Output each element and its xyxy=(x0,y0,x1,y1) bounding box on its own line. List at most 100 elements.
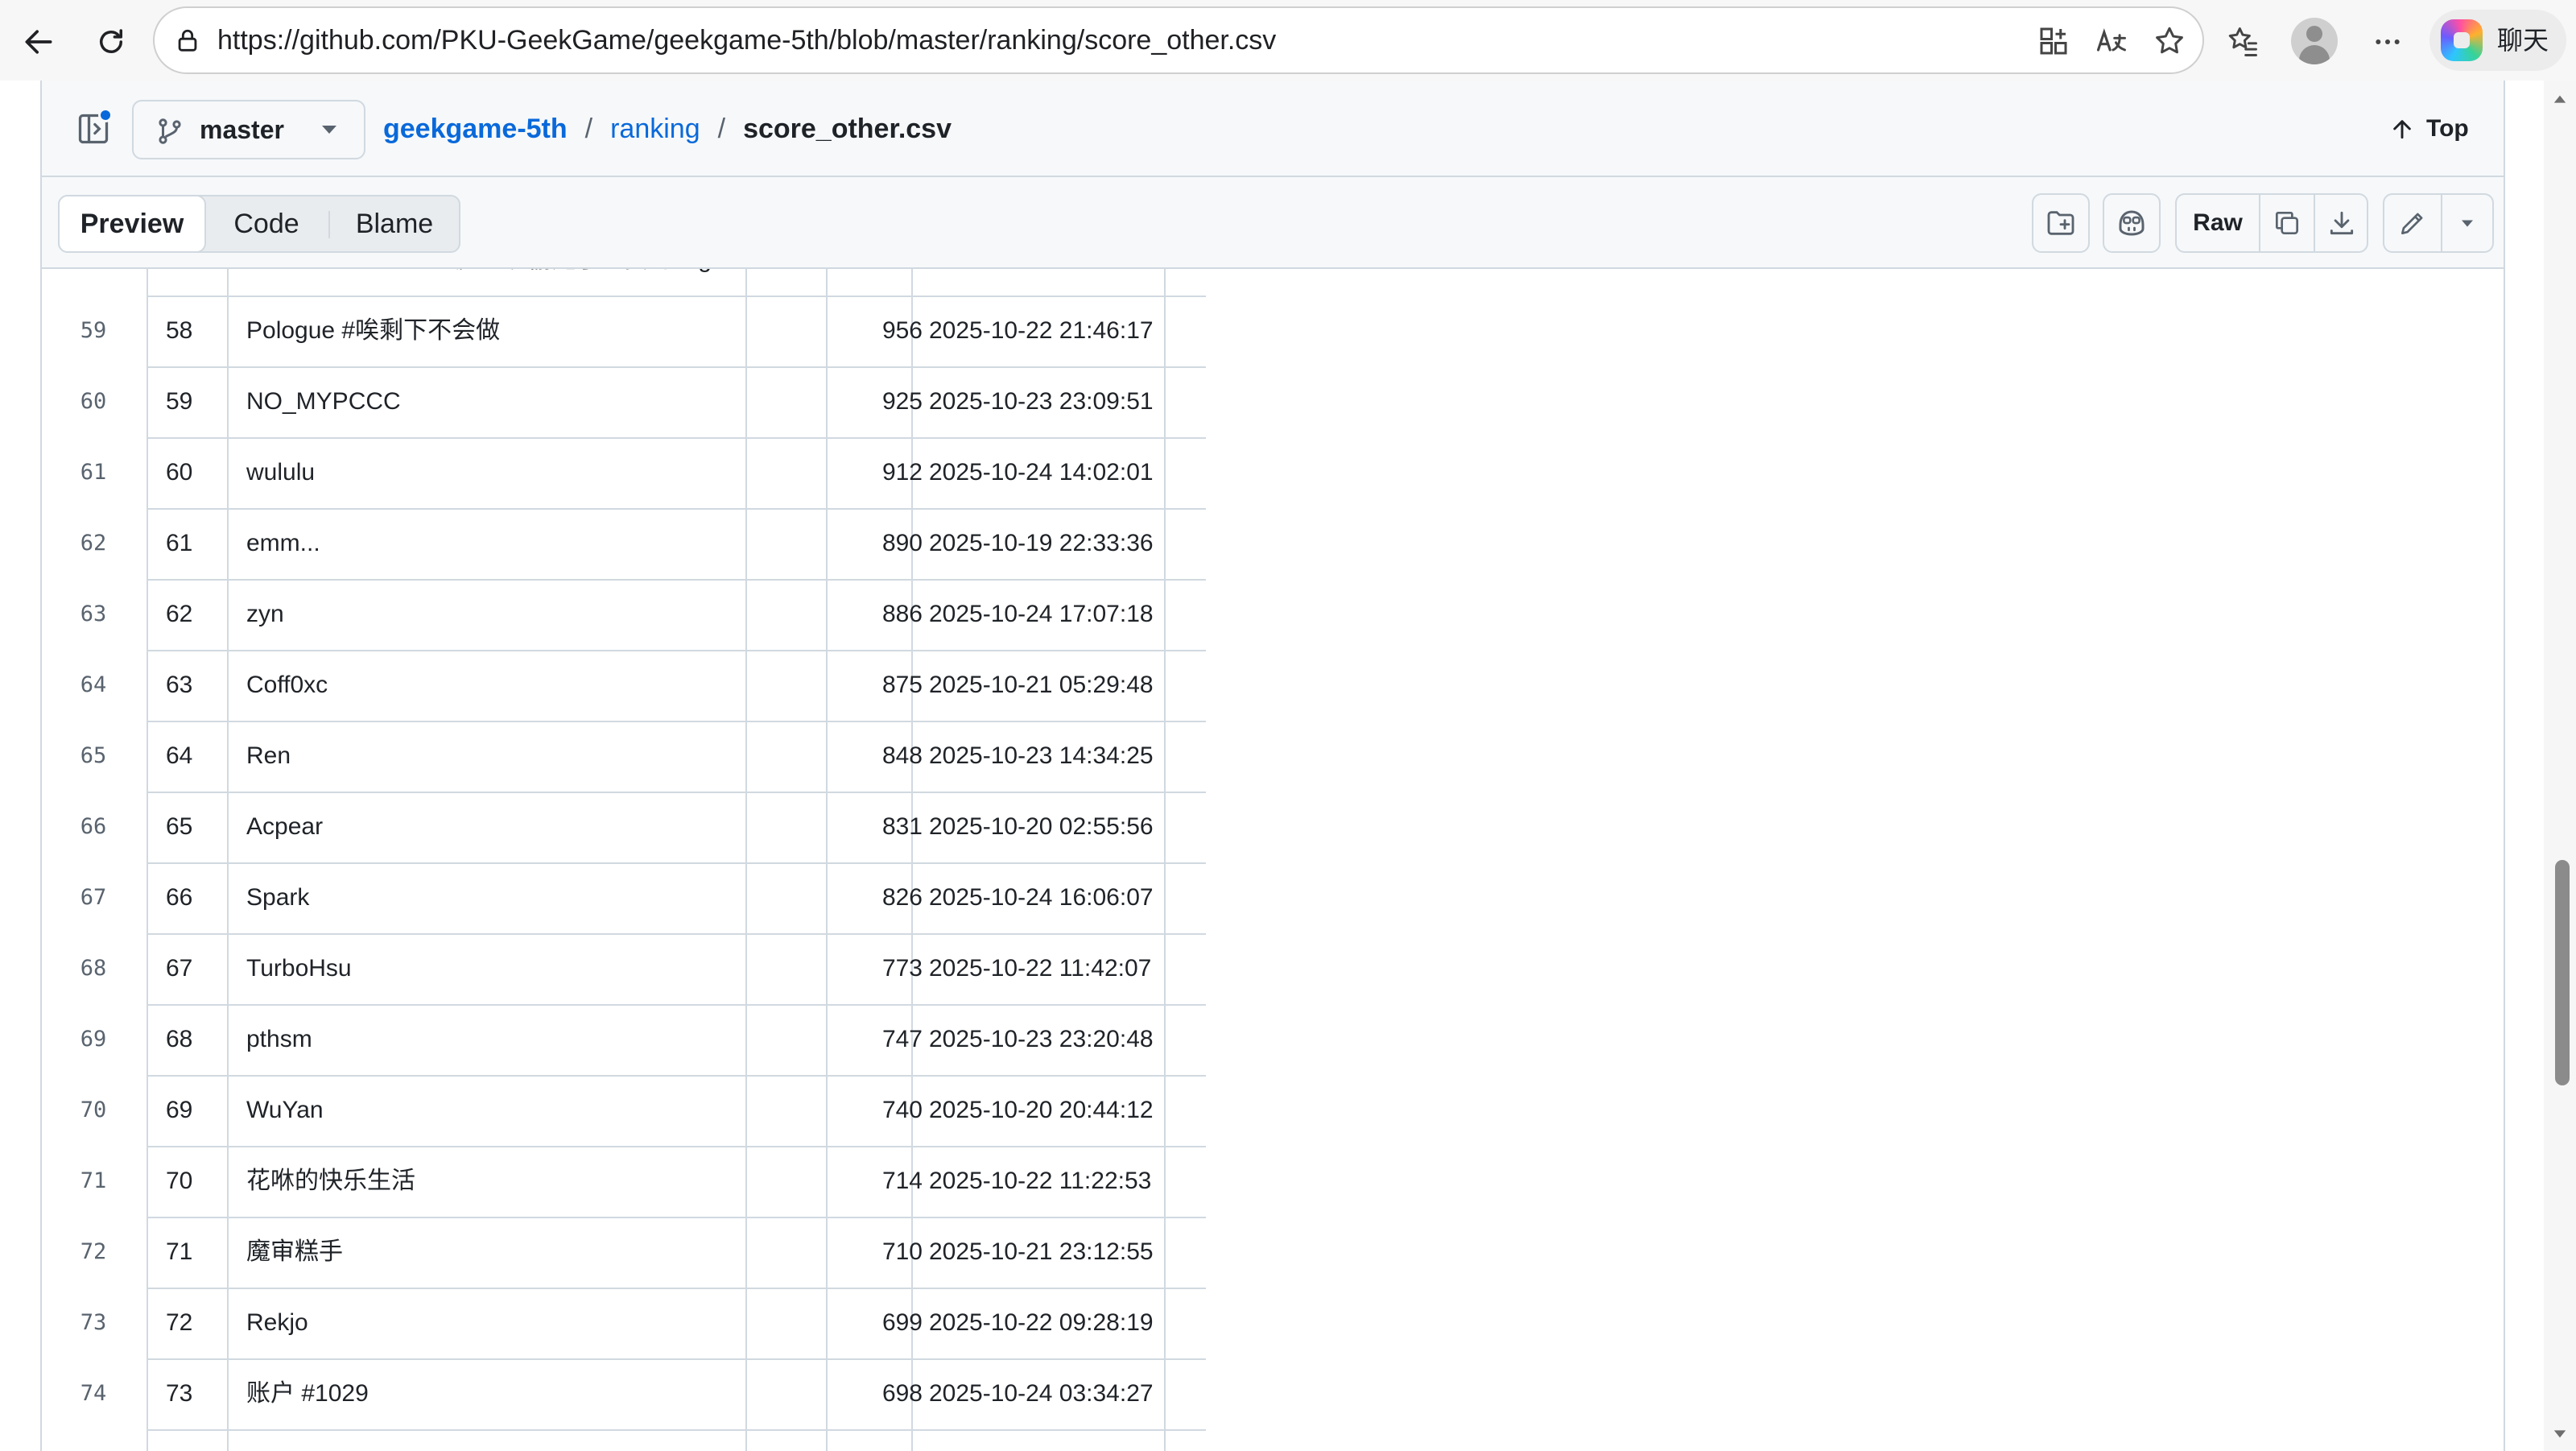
copilot-face-icon xyxy=(2119,210,2145,236)
back-button[interactable] xyxy=(11,14,66,69)
rank-cell: 57 xyxy=(166,269,192,296)
raw-actions-group: Raw xyxy=(2175,193,2368,253)
score-cell: 831 xyxy=(881,813,923,840)
download-raw-button[interactable] xyxy=(2315,195,2368,251)
tab-blame[interactable]: Blame xyxy=(330,196,459,251)
site-info-icon[interactable] xyxy=(169,23,206,60)
line-number[interactable]: 60 xyxy=(42,367,145,438)
score-cell: 747 xyxy=(881,1026,923,1052)
name-cell: GeekGame11451 #魔理沙偷走了重要的flag xyxy=(246,269,712,296)
app-available-icon[interactable] xyxy=(2032,19,2075,63)
favorites-button[interactable] xyxy=(2215,14,2270,69)
rank-cell: 68 xyxy=(166,1026,193,1052)
rank-cell: 67 xyxy=(166,955,193,982)
name-cell: WuYan xyxy=(246,1097,324,1123)
line-number[interactable]: 66 xyxy=(42,792,145,863)
back-to-top-button[interactable]: Top xyxy=(2389,105,2469,153)
browser-toolbar: https://github.com/PKU-GeekGame/geekgame… xyxy=(0,0,2576,81)
rank-cell: 71 xyxy=(166,1238,193,1265)
table-row: 66 65 Acpear 831 2025-10-20 02:55:56 xyxy=(42,792,2504,863)
rank-cell: 65 xyxy=(166,813,193,840)
time-cell: 2025-10-24 16:06:07 xyxy=(929,884,1154,911)
breadcrumb: geekgame-5th / ranking / score_other.csv xyxy=(383,81,952,177)
time-cell: 2025-10-24 01:50:52 xyxy=(929,269,1154,296)
create-new-file-button[interactable] xyxy=(2032,193,2090,253)
copilot-chat-button[interactable]: 聊天 xyxy=(2429,10,2566,71)
line-number[interactable]: 67 xyxy=(42,863,145,934)
url-text[interactable]: https://github.com/PKU-GeekGame/geekgame… xyxy=(217,8,1276,72)
time-cell: 2025-10-21 05:29:48 xyxy=(929,672,1154,698)
copy-icon xyxy=(2275,211,2299,235)
time-cell: 2025-10-24 17:07:18 xyxy=(929,601,1154,627)
line-number[interactable]: 70 xyxy=(42,1076,145,1147)
tab-preview[interactable]: Preview xyxy=(58,195,206,253)
rank-cell: 63 xyxy=(166,672,193,698)
rank-cell: 70 xyxy=(166,1168,193,1194)
tab-code[interactable]: Code xyxy=(206,196,327,251)
branch-selector[interactable]: master xyxy=(132,100,365,159)
folder-add-icon xyxy=(2047,211,2074,235)
scroll-thumb[interactable] xyxy=(2555,860,2570,1085)
line-number[interactable]: 74 xyxy=(42,1359,145,1430)
line-number[interactable]: 69 xyxy=(42,1005,145,1076)
rank-cell: 73 xyxy=(166,1380,193,1407)
view-mode-tabs: Preview Code Blame xyxy=(58,195,460,253)
pencil-icon xyxy=(2401,213,2423,235)
line-number[interactable]: 72 xyxy=(42,1217,145,1288)
name-cell: emm... xyxy=(246,530,320,556)
name-cell: NO_MYPCCC xyxy=(246,388,401,415)
translate-icon[interactable] xyxy=(2090,19,2133,63)
page-viewport: master geekgame-5th / ranking / score_other.… xyxy=(0,81,2544,1451)
score-cell: 710 xyxy=(881,1238,923,1265)
table-row: 68 67 TurboHsu 773 2025-10-22 11:42:07 xyxy=(42,934,2504,1005)
line-number[interactable]: 73 xyxy=(42,1288,145,1359)
table-row: 61 60 wululu 912 2025-10-24 14:02:01 xyxy=(42,438,2504,509)
chevron-down-icon xyxy=(322,126,336,134)
line-number[interactable]: 64 xyxy=(42,651,145,721)
address-bar[interactable]: https://github.com/PKU-GeekGame/geekgame… xyxy=(153,6,2204,74)
edit-options-button[interactable] xyxy=(2442,195,2492,251)
row-divider xyxy=(147,1429,1206,1431)
line-number[interactable]: 58 xyxy=(42,269,145,296)
time-cell: 2025-10-24 14:02:01 xyxy=(929,459,1154,486)
more-menu-button[interactable] xyxy=(2360,14,2415,69)
profile-avatar[interactable] xyxy=(2291,18,2338,64)
line-number[interactable]: 71 xyxy=(42,1147,145,1217)
reload-button[interactable] xyxy=(84,14,138,69)
triangle-up-icon xyxy=(2553,95,2566,103)
line-number[interactable]: 61 xyxy=(42,438,145,509)
score-cell: 925 xyxy=(881,388,923,415)
score-cell: 979 xyxy=(842,269,923,296)
name-cell: wululu xyxy=(246,459,316,486)
copilot-ask-button[interactable] xyxy=(2103,193,2161,253)
download-icon xyxy=(2330,211,2354,235)
scroll-down-arrow[interactable] xyxy=(2544,1417,2576,1449)
line-number[interactable]: 63 xyxy=(42,580,145,651)
time-cell: 2025-10-23 23:20:48 xyxy=(929,1026,1154,1052)
table-row: 65 64 Ren 848 2025-10-23 14:34:25 xyxy=(42,721,2504,792)
name-cell: Rekjo xyxy=(246,1309,308,1336)
table-row: 59 58 Pologue #唉剩下不会做 956 2025-10-22 21:46:1… xyxy=(42,296,2504,367)
raw-button[interactable]: Raw xyxy=(2177,195,2259,251)
breadcrumb-folder-link[interactable]: ranking xyxy=(610,114,700,144)
name-cell: pthsm xyxy=(246,1026,312,1052)
rank-cell: 62 xyxy=(166,601,193,627)
time-cell: 2025-10-22 11:22:53 xyxy=(929,1168,1152,1194)
line-number[interactable]: 65 xyxy=(42,721,145,792)
line-number[interactable]: 68 xyxy=(42,934,145,1005)
time-cell: 2025-10-22 21:46:17 xyxy=(929,317,1154,344)
line-number[interactable]: 59 xyxy=(42,296,145,367)
score-cell: 886 xyxy=(881,601,923,627)
time-cell: 2025-10-22 11:42:07 xyxy=(929,955,1152,982)
favorite-star-icon[interactable] xyxy=(2148,19,2191,63)
copy-raw-button[interactable] xyxy=(2260,195,2314,251)
edit-file-button[interactable] xyxy=(2384,195,2441,251)
page-scrollbar[interactable] xyxy=(2544,81,2576,1451)
line-number[interactable]: 62 xyxy=(42,509,145,580)
scroll-up-arrow[interactable] xyxy=(2544,84,2576,116)
name-cell: Acpear xyxy=(246,813,324,840)
name-cell: 花咻的快乐生活 xyxy=(246,1168,415,1194)
edit-actions-group xyxy=(2383,193,2494,253)
score-cell: 714 xyxy=(881,1168,923,1194)
breadcrumb-repo-link[interactable]: geekgame-5th xyxy=(383,114,568,144)
